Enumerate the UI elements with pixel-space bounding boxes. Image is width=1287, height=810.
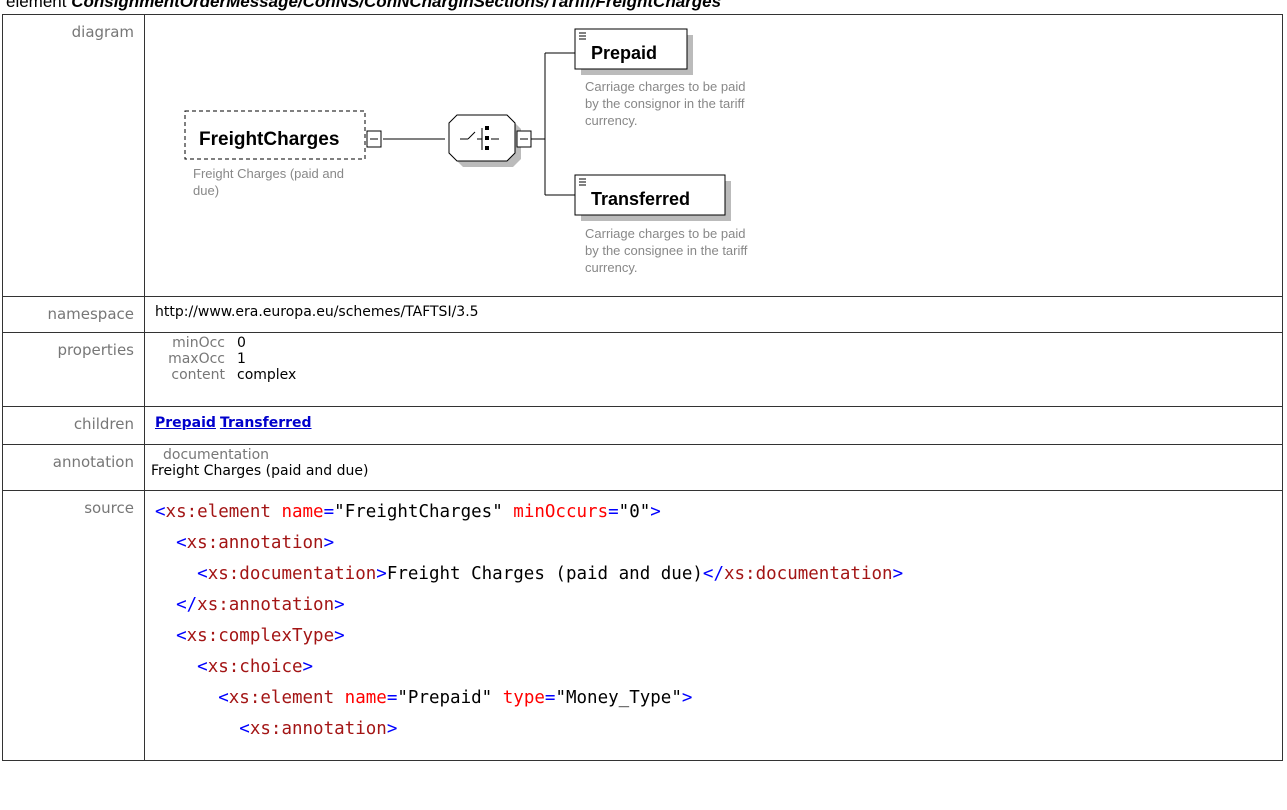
schema-diagram: FreightCharges Freight Charges (paid and… [184,28,748,275]
annotation-label: annotation [2,444,145,491]
transferred-doc-2: by the consignee in the tariff [585,243,748,258]
source-line-4: </xs:annotation> [176,595,345,615]
child-link-prepaid[interactable]: Prepaid [155,415,216,431]
source-line-5: <xs:complexType> [176,626,345,646]
namespace-row: namespace http://www.era.europa.eu/schem… [2,296,1283,333]
source-label: source [2,490,145,761]
source-line-6: <xs:choice> [197,657,314,677]
child-link-transferred[interactable]: Transferred [220,415,312,431]
prepaid-doc-1: Carriage charges to be paid [585,79,745,94]
properties-table: minOcc 0 maxOcc 1 content complex [155,335,296,383]
transferred-label: Transferred [591,189,690,209]
element-path: ConsignmentOrderMessage/ConNS/ConNChargi… [71,0,722,11]
collapse-icon[interactable] [366,130,382,148]
diagram-label: diagram [2,14,145,297]
source-code: <xs:element name="FreightCharges" minOcc… [155,491,1282,745]
namespace-value: http://www.era.europa.eu/schemes/TAFTSI/… [155,304,479,320]
transferred-doc-3: currency. [585,260,638,275]
prepaid-doc-2: by the consignor in the tariff [585,96,745,111]
diagram-row: diagram FreightCharges Freight Charges (… [2,14,1283,297]
prepaid-doc-3: currency. [585,113,638,128]
page-title: element ConsignmentOrderMessage/ConNS/Co… [6,0,721,12]
properties-row: properties minOcc 0 maxOcc 1 content comple… [2,332,1283,407]
children-row: children Prepaid Transferred [2,406,1283,445]
diagram-cell: FreightCharges Freight Charges (paid and… [144,14,1283,297]
freightcharges-doc-2: due) [193,183,219,198]
element-doc-table: diagram FreightCharges Freight Charges (… [2,14,1283,761]
freightcharges-node[interactable]: FreightCharges [184,110,366,160]
source-line-8: <xs:annotation> [239,719,398,739]
properties-label: properties [2,332,145,407]
annotation-value: Freight Charges (paid and due) [151,463,369,479]
prepaid-node[interactable]: Prepaid [574,28,693,75]
choice-collapse-icon[interactable] [516,130,532,148]
property-key: maxOcc [168,351,225,367]
choice-compositor-icon[interactable] [448,114,521,167]
property-key: content [171,367,225,383]
source-line-3: <xs:documentation>Freight Charges (paid … [197,564,904,584]
source-line-2: <xs:annotation> [176,533,335,553]
prepaid-label: Prepaid [591,43,657,63]
property-value: complex [237,367,297,383]
freightcharges-doc-1: Freight Charges (paid and [193,166,344,181]
source-line-1: <xs:element name="FreightCharges" minOcc… [155,502,661,522]
property-value: 0 [237,335,246,351]
source-line-7: <xs:element name="Prepaid" type="Money_T… [218,688,693,708]
transferred-doc-1: Carriage charges to be paid [585,226,745,241]
freightcharges-label: FreightCharges [199,129,339,150]
annotation-row: annotation documentation Freight Charges… [2,444,1283,491]
transferred-node[interactable]: Transferred [574,174,731,221]
property-value: 1 [237,351,246,367]
children-label: children [2,406,145,445]
namespace-label: namespace [2,296,145,333]
source-row: source <xs:element name="FreightCharges"… [2,490,1283,761]
annotation-key: documentation [163,447,270,463]
property-key: minOcc [172,335,225,351]
